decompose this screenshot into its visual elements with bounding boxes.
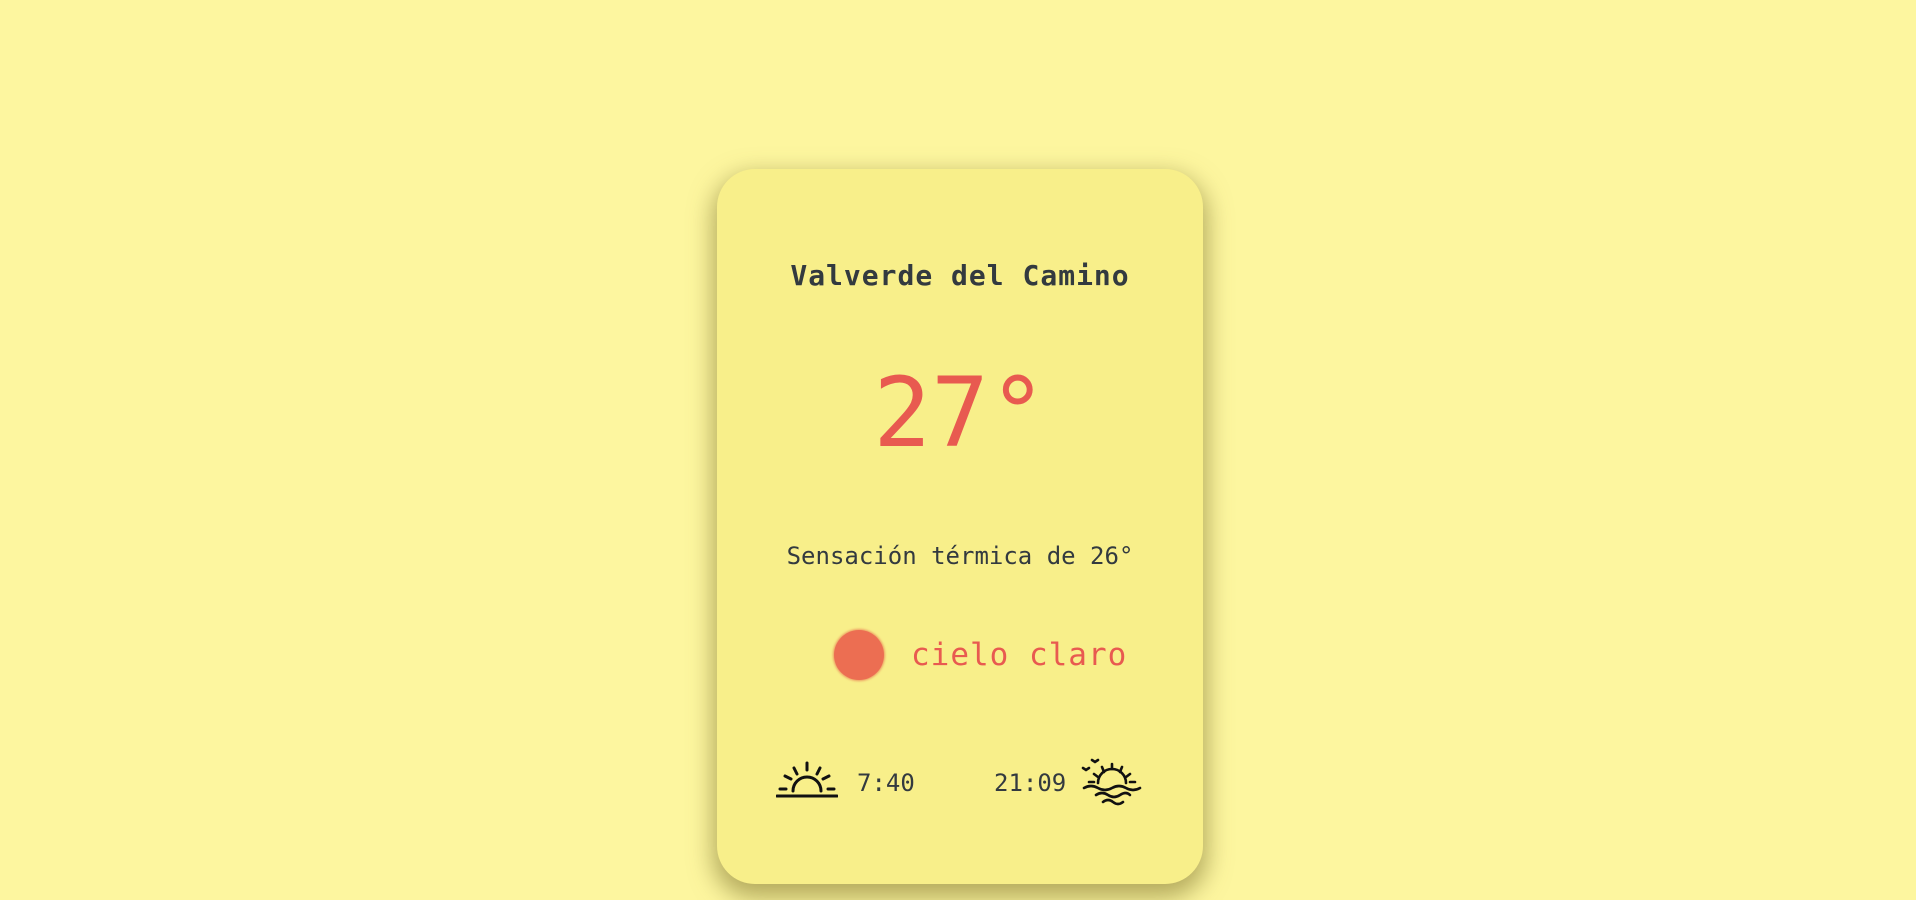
weather-description: cielo claro	[911, 637, 1128, 673]
sun-icon	[834, 630, 884, 680]
feels-like-text: Sensación térmica de 26°	[786, 542, 1134, 570]
sunrise-time: 7:40	[857, 769, 915, 797]
weather-condition: cielo claro	[717, 625, 1203, 685]
sunset-icon	[1081, 758, 1142, 806]
sunset-time: 21:09	[994, 769, 1067, 797]
temperature: 27°	[873, 357, 1047, 469]
sunrise-icon	[776, 761, 838, 798]
city-name: Valverde del Camino	[790, 259, 1130, 292]
weather-card: Valverde del Camino 27° Sensación térmic…	[717, 169, 1203, 884]
